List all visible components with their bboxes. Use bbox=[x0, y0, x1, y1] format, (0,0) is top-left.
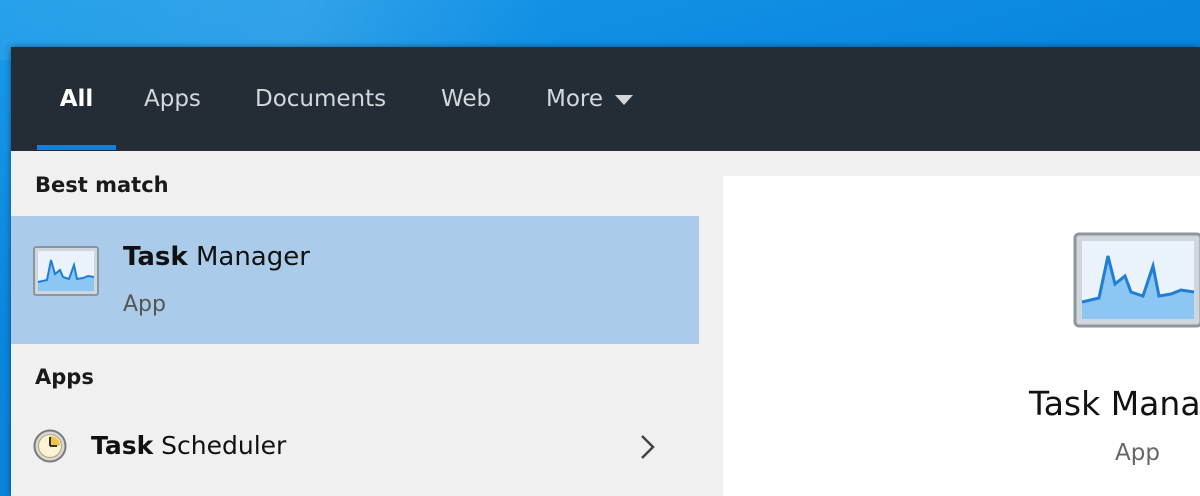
best-match-heading: Best match bbox=[35, 173, 169, 197]
task-scheduler-title: Task Scheduler bbox=[91, 431, 286, 460]
tab-web[interactable]: Web bbox=[441, 47, 491, 151]
active-tab-indicator bbox=[37, 145, 116, 150]
best-match-title: Task Manager bbox=[123, 242, 310, 272]
best-match-item-task-manager[interactable]: Task Manager App bbox=[11, 216, 699, 344]
results-list: Best match Task Manager App Apps Task Sc… bbox=[11, 151, 699, 496]
task-manager-icon bbox=[33, 246, 99, 296]
task-scheduler-icon bbox=[33, 429, 67, 463]
chevron-right-icon[interactable] bbox=[637, 433, 659, 461]
tab-web-label: Web bbox=[441, 86, 492, 112]
task-manager-large-icon bbox=[1073, 232, 1200, 328]
tab-documents[interactable]: Documents bbox=[255, 47, 386, 151]
tab-more[interactable]: More bbox=[546, 47, 634, 151]
task-scheduler-title-bold: Task bbox=[91, 431, 154, 460]
apps-section-heading: Apps bbox=[35, 365, 94, 389]
best-match-title-bold: Task bbox=[123, 242, 188, 272]
preview-pane: Task Manager App bbox=[723, 176, 1200, 496]
tab-all-label: All bbox=[59, 86, 94, 112]
tab-more-label: More bbox=[546, 86, 604, 112]
best-match-title-rest: Manager bbox=[187, 242, 310, 272]
preview-subtitle: App bbox=[1115, 440, 1160, 466]
tab-documents-label: Documents bbox=[255, 86, 387, 112]
task-scheduler-title-rest: Scheduler bbox=[153, 431, 287, 460]
preview-title: Task Manager bbox=[1029, 384, 1200, 423]
tab-apps[interactable]: Apps bbox=[144, 47, 201, 151]
caret-down-icon bbox=[615, 95, 634, 105]
best-match-subtitle: App bbox=[123, 292, 166, 317]
tab-all[interactable]: All bbox=[37, 47, 116, 151]
list-item-task-scheduler[interactable]: Task Scheduler bbox=[11, 413, 699, 483]
tab-apps-label: Apps bbox=[144, 86, 201, 112]
search-filter-tabs: All Apps Documents Web More bbox=[11, 47, 1200, 151]
search-panel: All Apps Documents Web More Best match T… bbox=[11, 47, 1200, 496]
